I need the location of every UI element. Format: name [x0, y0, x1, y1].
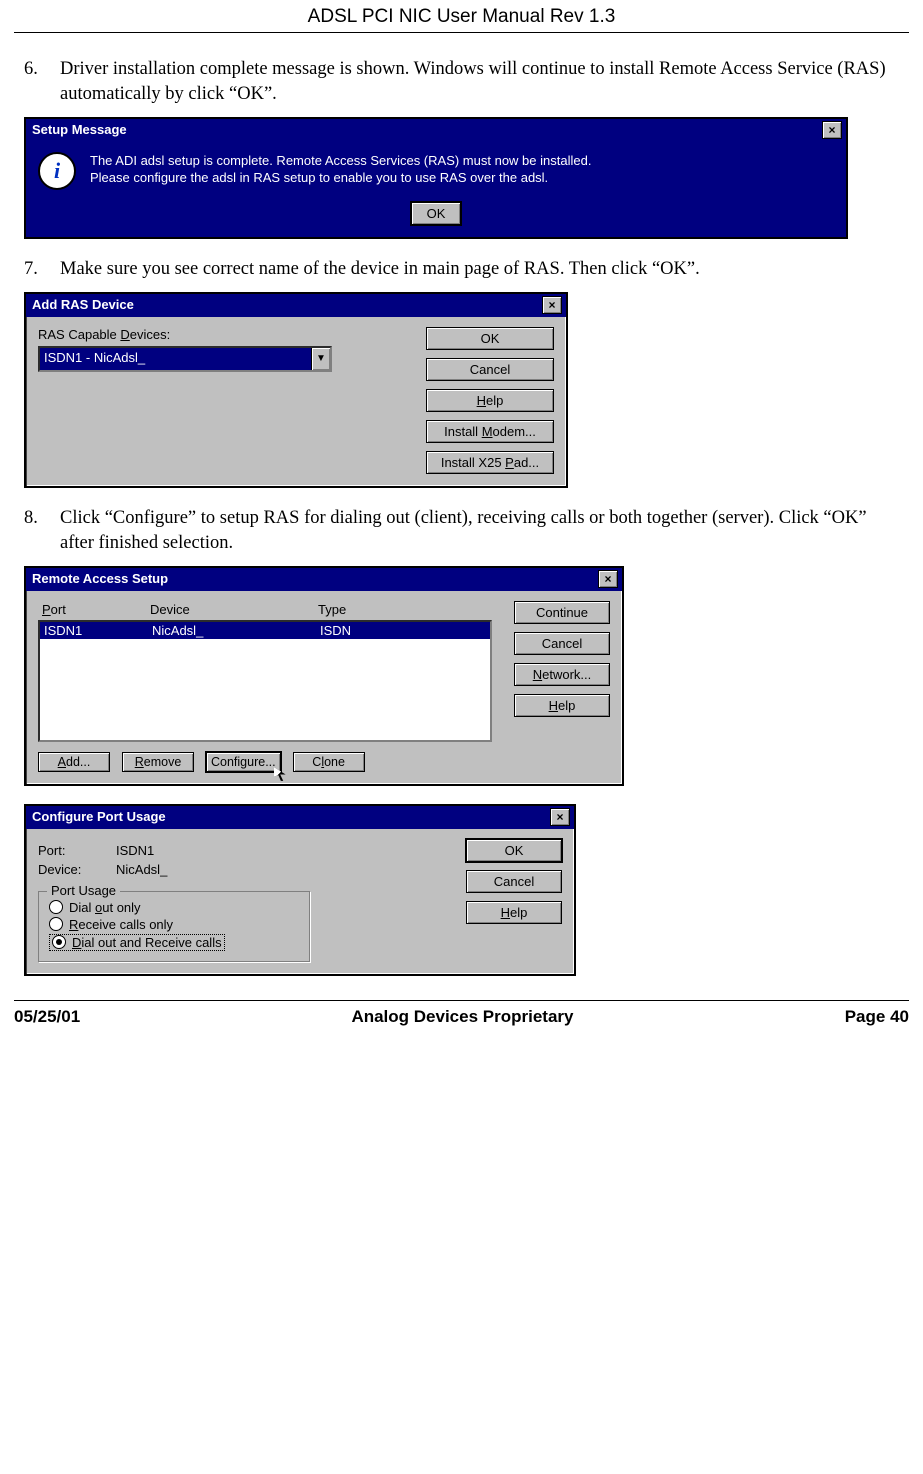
port-key: Port: — [38, 843, 98, 858]
cancel-button[interactable]: Cancel — [514, 632, 610, 655]
add-button[interactable]: Add... — [38, 752, 110, 772]
ok-button[interactable]: OK — [426, 327, 554, 350]
cancel-button[interactable]: Cancel — [466, 870, 562, 893]
step-8-number: 8. — [24, 506, 60, 556]
step-6-text: Driver installation complete message is … — [60, 57, 899, 107]
close-icon[interactable]: × — [550, 808, 570, 826]
ras-port-list[interactable]: ISDN1 NicAdsl_ ISDN — [38, 620, 492, 742]
remove-button[interactable]: Remove — [122, 752, 194, 772]
radio-receive-only[interactable]: Receive calls only — [49, 917, 299, 932]
port-usage-legend: Port Usage — [47, 883, 120, 898]
ras-list-row-selected[interactable]: ISDN1 NicAdsl_ ISDN — [40, 622, 490, 639]
step-6: 6. Driver installation complete message … — [24, 57, 899, 107]
install-x25-button[interactable]: Install X25 Pad... — [426, 451, 554, 474]
radio-icon — [52, 935, 66, 949]
cancel-button[interactable]: Cancel — [426, 358, 554, 381]
info-icon: i — [38, 152, 76, 190]
port-usage-group: Port Usage Dial out only Receive calls o… — [38, 891, 310, 962]
configure-button[interactable]: Configure... — [206, 752, 281, 772]
footer-date: 05/25/01 — [14, 1007, 80, 1027]
configure-port-usage-title: Configure Port Usage — [32, 809, 166, 824]
ras-devices-combobox[interactable]: ISDN1 - NicAdsl_ ▼ — [38, 346, 332, 372]
help-button[interactable]: Help — [466, 901, 562, 924]
footer-rule — [14, 1000, 909, 1001]
radio-icon — [49, 917, 63, 931]
ras-row-type: ISDN — [316, 622, 490, 639]
help-button[interactable]: Help — [514, 694, 610, 717]
configure-port-usage-titlebar: Configure Port Usage × — [26, 806, 574, 829]
radio-dial-out-only-label: Dial out only — [69, 900, 141, 915]
page-header: ADSL PCI NIC User Manual Rev 1.3 — [14, 0, 909, 32]
chevron-down-icon[interactable]: ▼ — [311, 348, 330, 370]
remote-access-setup-titlebar: Remote Access Setup × — [26, 568, 622, 591]
setup-message-dialog: Setup Message × i The ADI adsl setup is … — [24, 117, 848, 239]
radio-dial-out-only[interactable]: Dial out only — [49, 900, 299, 915]
ras-row-device: NicAdsl_ — [148, 622, 316, 639]
remote-access-setup-title: Remote Access Setup — [32, 571, 168, 586]
footer-page: Page 40 — [845, 1007, 909, 1027]
setup-message-ok-button[interactable]: OK — [411, 202, 461, 225]
clone-button[interactable]: Clone — [293, 752, 365, 772]
device-row: Device: NicAdsl_ — [38, 862, 444, 877]
setup-message-titlebar: Setup Message × — [26, 119, 846, 142]
device-value: NicAdsl_ — [116, 862, 167, 877]
ras-column-headers: Port Device Type — [38, 601, 492, 618]
footer-center: Analog Devices Proprietary — [351, 1007, 573, 1027]
port-row: Port: ISDN1 — [38, 843, 444, 858]
network-button[interactable]: Network... — [514, 663, 610, 686]
continue-button[interactable]: Continue — [514, 601, 610, 624]
step-8-text: Click “Configure” to setup RAS for diali… — [60, 506, 899, 556]
radio-icon — [49, 900, 63, 914]
add-ras-device-titlebar: Add RAS Device × — [26, 294, 566, 317]
header-rule — [14, 32, 909, 33]
ok-button[interactable]: OK — [466, 839, 562, 862]
add-ras-device-dialog: Add RAS Device × RAS Capable Devices: IS… — [24, 292, 568, 488]
radio-dial-and-receive-label: Dial out and Receive calls — [72, 935, 222, 950]
ras-devices-selected: ISDN1 - NicAdsl_ — [40, 348, 311, 370]
step-7-text: Make sure you see correct name of the de… — [60, 257, 899, 282]
close-icon[interactable]: × — [822, 121, 842, 139]
step-6-number: 6. — [24, 57, 60, 107]
step-8: 8. Click “Configure” to setup RAS for di… — [24, 506, 899, 556]
setup-message-line1: The ADI adsl setup is complete. Remote A… — [90, 152, 591, 170]
close-icon[interactable]: × — [598, 570, 618, 588]
remote-access-setup-dialog: Remote Access Setup × Port Device Type I… — [24, 566, 624, 786]
ras-row-port: ISDN1 — [40, 622, 148, 639]
setup-message-line2: Please configure the adsl in RAS setup t… — [90, 169, 591, 187]
install-modem-button[interactable]: Install Modem... — [426, 420, 554, 443]
ras-devices-label: RAS Capable Devices: — [38, 327, 404, 342]
help-button[interactable]: Help — [426, 389, 554, 412]
step-7-number: 7. — [24, 257, 60, 282]
device-key: Device: — [38, 862, 98, 877]
setup-message-text: The ADI adsl setup is complete. Remote A… — [90, 152, 591, 187]
page-footer: 05/25/01 Analog Devices Proprietary Page… — [14, 1005, 909, 1037]
radio-dial-and-receive[interactable]: Dial out and Receive calls — [49, 934, 225, 951]
close-icon[interactable]: × — [542, 296, 562, 314]
radio-receive-only-label: Receive calls only — [69, 917, 173, 932]
setup-message-title: Setup Message — [32, 122, 127, 137]
add-ras-device-title: Add RAS Device — [32, 297, 134, 312]
port-value: ISDN1 — [116, 843, 154, 858]
step-7: 7. Make sure you see correct name of the… — [24, 257, 899, 282]
configure-port-usage-dialog: Configure Port Usage × Port: ISDN1 Devic… — [24, 804, 576, 976]
